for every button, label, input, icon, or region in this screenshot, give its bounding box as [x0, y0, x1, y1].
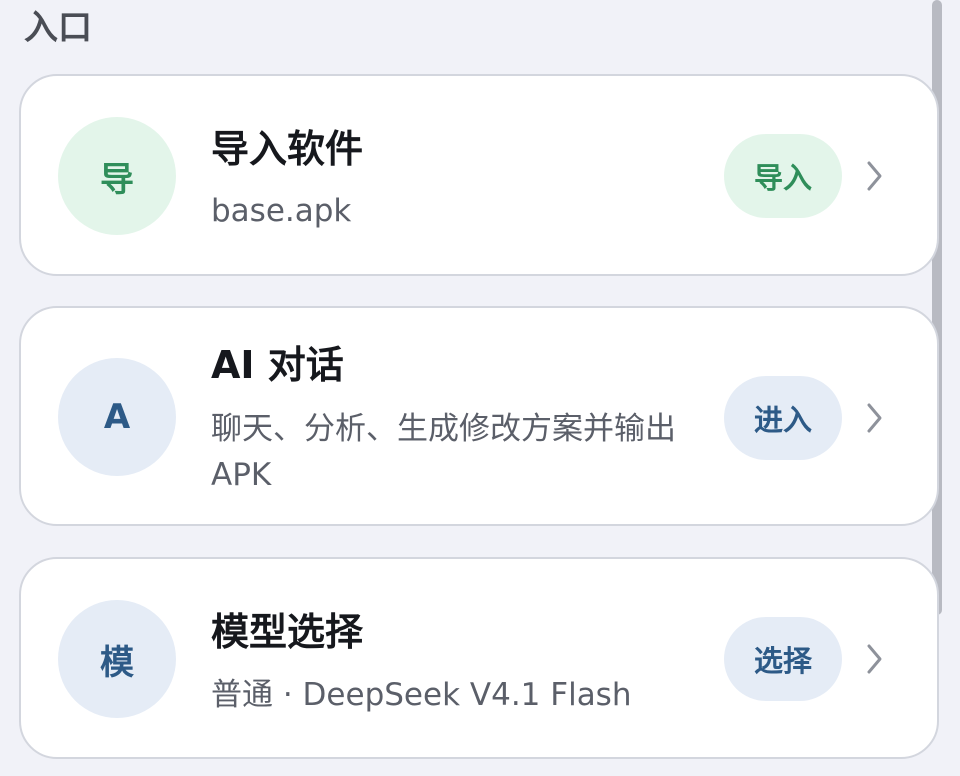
- model-select-subtitle: 普通 · DeepSeek V4.1 Flash: [211, 677, 632, 713]
- model-avatar: 模: [58, 600, 176, 718]
- import-avatar: 导: [58, 117, 176, 235]
- section-title: 入口: [24, 8, 92, 48]
- select-button[interactable]: 选择: [724, 617, 842, 701]
- import-button[interactable]: 导入: [724, 134, 842, 218]
- model-select-card[interactable]: 模 模型选择 普通 · DeepSeek V4.1 Flash 选择: [19, 557, 939, 759]
- model-select-title: 模型选择: [211, 610, 364, 654]
- import-software-title: 导入软件: [211, 127, 364, 171]
- enter-button[interactable]: 进入: [724, 376, 842, 460]
- ai-chat-subtitle: 聊天、分析、生成修改方案并输出 APK: [211, 411, 676, 493]
- chevron-right-icon[interactable]: [864, 158, 886, 194]
- ai-chat-card[interactable]: A AI 对话 聊天、分析、生成修改方案并输出 APK 进入: [19, 306, 939, 526]
- ai-chat-avatar: A: [58, 358, 176, 476]
- ai-chat-title: AI 对话: [211, 343, 344, 387]
- import-software-subtitle: base.apk: [211, 193, 352, 229]
- import-software-card[interactable]: 导 导入软件 base.apk 导入: [19, 74, 939, 276]
- chevron-right-icon[interactable]: [864, 400, 886, 436]
- chevron-right-icon[interactable]: [864, 641, 886, 677]
